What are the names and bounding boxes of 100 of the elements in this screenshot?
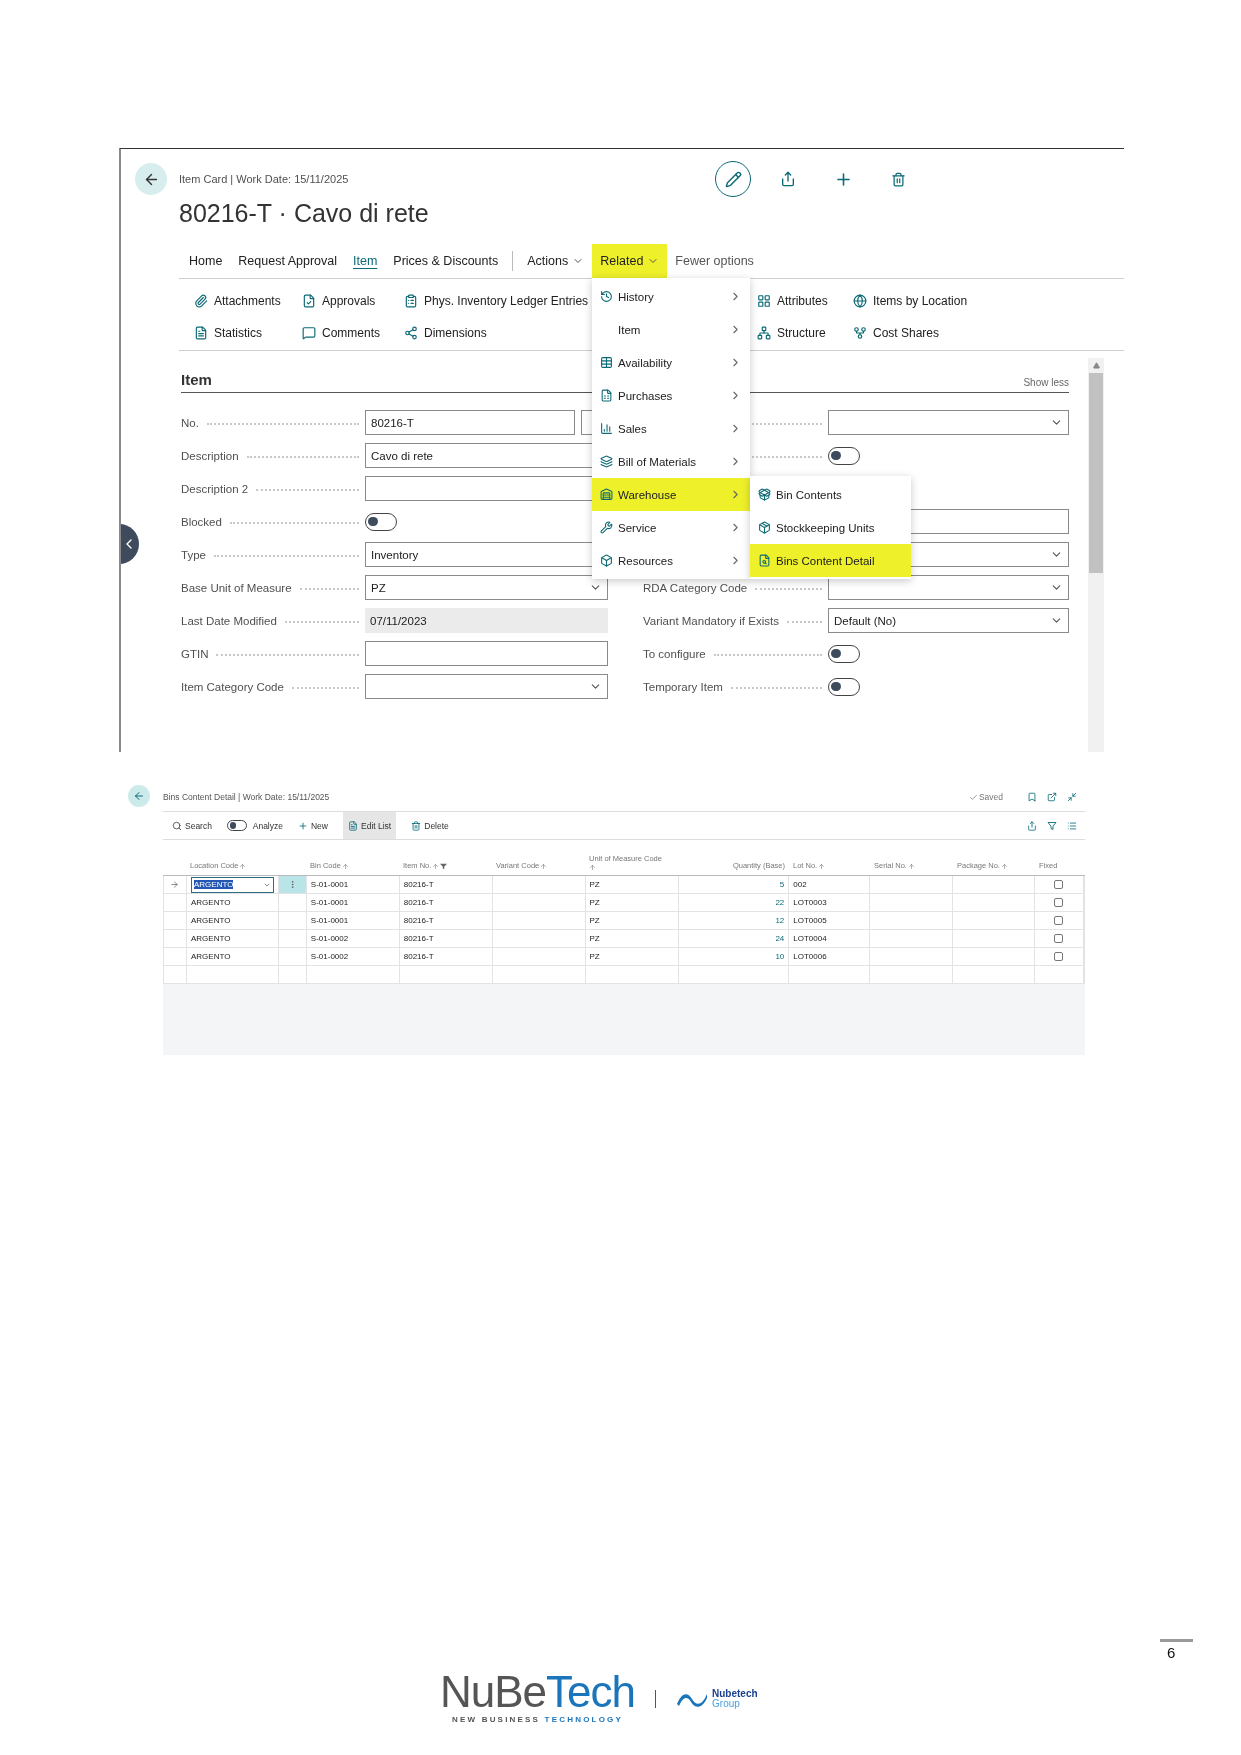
warehouse-icon xyxy=(600,488,613,501)
action-link[interactable]: Structure xyxy=(757,317,826,349)
action-link[interactable]: Comments xyxy=(302,317,380,349)
menu-item[interactable]: Sales xyxy=(592,412,750,445)
analyze-toggle[interactable] xyxy=(226,820,247,831)
menu-item[interactable]: Resources xyxy=(592,544,750,577)
menu-item[interactable]: Service xyxy=(592,511,750,544)
input-field[interactable] xyxy=(365,641,608,666)
field-label: Temporary Item xyxy=(643,680,723,693)
table-cell: 80216-T xyxy=(403,934,434,943)
table-cell: 002 xyxy=(793,880,807,889)
table-cell: 80216-T xyxy=(403,880,434,889)
field-label: Base Unit of Measure xyxy=(181,581,292,594)
filter-icon[interactable] xyxy=(1047,820,1057,831)
table-row[interactable]: ARGENTO S-01-0001 80216-T PZ 12 LOT0005 xyxy=(163,912,1085,930)
table-icon xyxy=(600,356,613,369)
delete-button[interactable]: Delete xyxy=(406,812,454,839)
dropdown-field[interactable] xyxy=(828,575,1069,600)
table-cell: PZ xyxy=(589,880,600,889)
table-cell: S-01-0001 xyxy=(310,916,349,925)
table-row[interactable]: ARGENTO S-01-0001 80216-T PZ 22 LOT0003 xyxy=(163,894,1085,912)
back-arrow-icon xyxy=(133,790,145,802)
action-link[interactable]: Cost Shares xyxy=(853,317,940,349)
back-button[interactable] xyxy=(135,163,167,195)
toggle-switch[interactable] xyxy=(828,677,861,696)
paperclip-icon xyxy=(194,294,208,308)
checkbox[interactable] xyxy=(1054,898,1064,907)
checkbox[interactable] xyxy=(1054,916,1064,925)
checkbox[interactable] xyxy=(1054,934,1064,943)
checkbox[interactable] xyxy=(1054,880,1064,889)
action-link[interactable]: Attributes xyxy=(757,285,828,317)
menu-tab[interactable]: Actions xyxy=(519,244,593,278)
table-cell: LOT0004 xyxy=(793,934,827,943)
table-cell: LOT0006 xyxy=(793,952,827,961)
table-row[interactable]: ARGENTO S-01-0001 80216-T PZ 5 002 xyxy=(163,876,1085,894)
table-row[interactable]: ARGENTO S-01-0002 80216-T PZ 10 LOT0006 xyxy=(163,948,1085,966)
menu-item[interactable]: Stockkeeping Units xyxy=(750,511,911,544)
open-box-icon xyxy=(758,488,771,501)
scrollbar-thumb[interactable] xyxy=(1089,373,1103,573)
action-link[interactable]: Statistics xyxy=(194,317,262,349)
field-label: GTIN xyxy=(181,647,209,660)
action-link[interactable]: Approvals xyxy=(302,285,376,317)
menu-item[interactable]: Bins Content Detail xyxy=(750,544,911,577)
trash-icon xyxy=(411,820,422,831)
edit-list-button[interactable]: Edit List xyxy=(343,812,397,839)
action-link[interactable]: Phys. Inventory Ledger Entries xyxy=(404,285,589,317)
tab[interactable]: Request Approval xyxy=(230,244,346,278)
toggle-label: Analyze xyxy=(252,820,283,831)
list-icon[interactable] xyxy=(1067,820,1077,831)
dropdown-field[interactable]: PZ xyxy=(365,575,608,600)
history-icon xyxy=(600,290,613,303)
toggle-switch[interactable] xyxy=(828,446,861,465)
toggle-switch[interactable] xyxy=(365,512,398,531)
table-cell: 80216-T xyxy=(403,952,434,961)
readonly-field: 07/11/2023 xyxy=(365,608,608,633)
table-cell: PZ xyxy=(589,934,600,943)
toggle-switch[interactable] xyxy=(828,644,861,663)
bar-chart-icon xyxy=(600,422,613,435)
tab[interactable]: Item xyxy=(345,244,386,278)
menu-item[interactable]: Purchases xyxy=(592,379,750,412)
action-link[interactable]: Items by Location xyxy=(853,285,968,317)
tab[interactable]: Home xyxy=(181,244,231,278)
show-less-link[interactable]: Show less xyxy=(1023,377,1069,388)
scroll-up-icon xyxy=(1092,362,1100,369)
menu-item[interactable]: Bin Contents xyxy=(750,478,911,511)
action-link[interactable]: Attachments xyxy=(194,285,281,317)
menu-tab[interactable]: Related xyxy=(592,244,668,278)
collapse-icon[interactable] xyxy=(1067,792,1077,802)
dropdown-field[interactable] xyxy=(365,674,608,699)
menu-item[interactable]: Bill of Materials xyxy=(592,445,750,478)
menu-item[interactable]: History xyxy=(592,280,750,313)
new-button[interactable]: New xyxy=(293,812,333,839)
menu-item[interactable]: Warehouse xyxy=(592,478,750,511)
open-new-window-icon[interactable] xyxy=(1047,792,1057,802)
checkbox[interactable] xyxy=(1054,952,1064,961)
check-icon xyxy=(968,792,978,802)
sort-arrow-icon xyxy=(341,862,349,870)
location-field[interactable]: ARGENTO xyxy=(191,876,274,893)
bookmark-icon[interactable] xyxy=(1027,792,1037,802)
menu-item[interactable]: Item xyxy=(592,313,750,346)
breadcrumb: Bins Content Detail | Work Date: 15/11/2025 xyxy=(163,792,330,802)
page-number: 6 xyxy=(1167,1644,1176,1662)
tab[interactable]: Prices & Discounts xyxy=(385,244,507,278)
dropdown-field[interactable] xyxy=(828,410,1069,435)
filter-icon xyxy=(440,862,448,870)
dropdown-field[interactable]: Default (No) xyxy=(828,608,1069,633)
hierarchy-icon xyxy=(757,326,771,340)
table-cell: S-01-0001 xyxy=(310,880,349,889)
fewer-options-link[interactable]: Fewer options xyxy=(667,244,762,278)
field-label: Blocked xyxy=(181,515,222,528)
table-cell: 22 xyxy=(775,898,785,907)
table-cell: 10 xyxy=(775,952,785,961)
table-row[interactable]: ARGENTO S-01-0002 80216-T PZ 24 LOT0004 xyxy=(163,930,1085,948)
menu-item[interactable]: Availability xyxy=(592,346,750,379)
share-icon[interactable] xyxy=(1027,820,1037,831)
search-button[interactable]: Search xyxy=(167,812,217,839)
trash-icon xyxy=(890,171,906,187)
input-field[interactable]: 80216-T xyxy=(365,410,575,435)
action-link[interactable]: Dimensions xyxy=(404,317,487,349)
table-cell: PZ xyxy=(589,916,600,925)
